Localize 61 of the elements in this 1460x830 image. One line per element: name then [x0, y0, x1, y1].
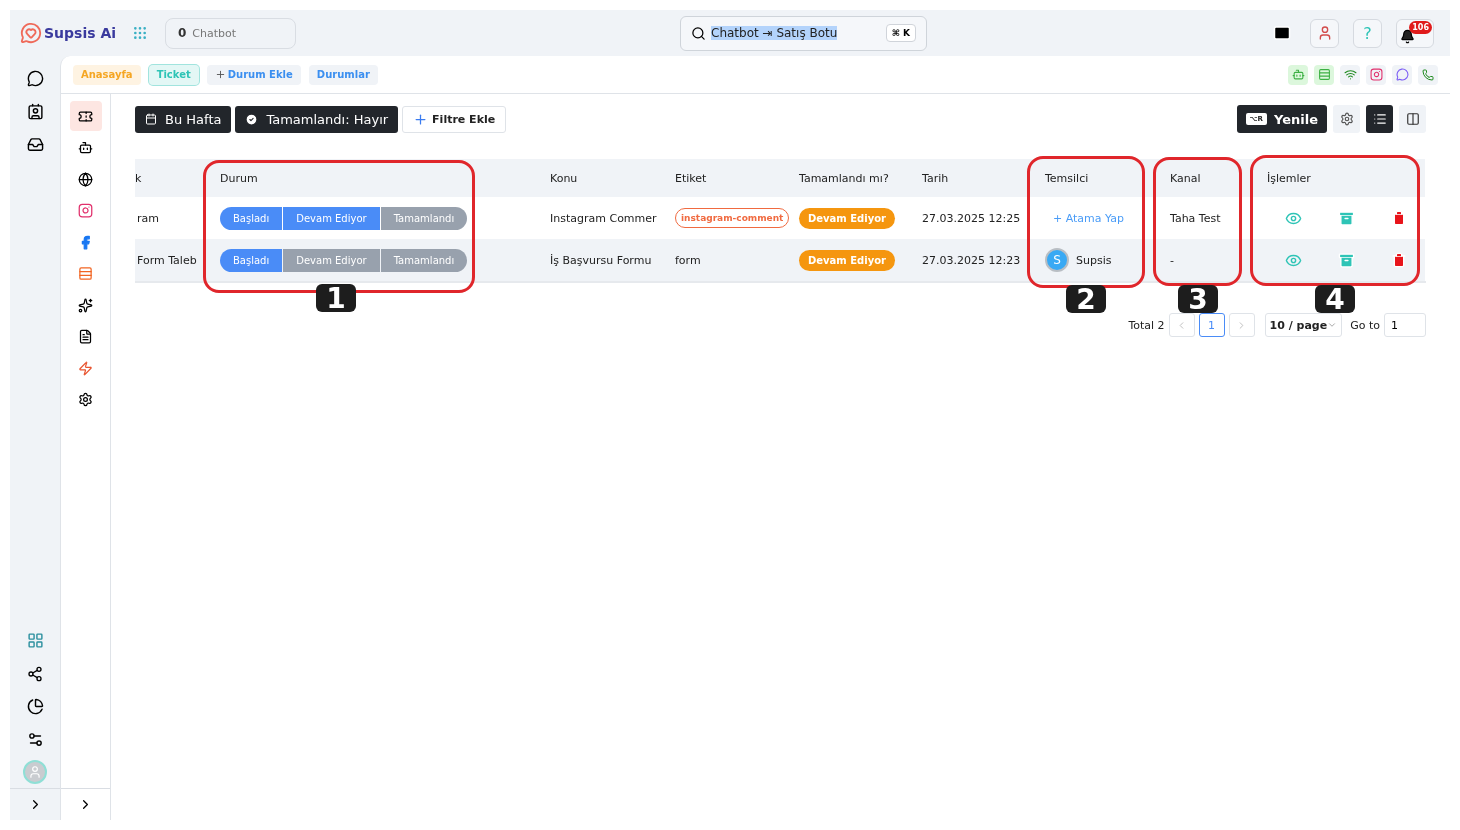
shortcut-key: ⌘ K — [885, 24, 916, 42]
table-cell: Taha Test — [1170, 211, 1221, 225]
callout-number: 1 — [316, 284, 356, 312]
search-field[interactable]: Chatbot ⇥ Satış Botu ⌘ K — [680, 15, 927, 51]
phone-icon[interactable] — [1418, 64, 1438, 85]
table-cell: ram — [137, 211, 159, 225]
bell-icon — [1400, 28, 1415, 44]
messenger-icon[interactable] — [1392, 64, 1412, 85]
plus-icon — [214, 69, 226, 80]
instagram-icon[interactable] — [1366, 64, 1386, 85]
column-header: k — [135, 159, 210, 197]
column-header: Tamamlandı mı? — [789, 159, 912, 197]
callout-number: 4 — [1315, 285, 1355, 313]
settings-icon[interactable] — [1333, 105, 1360, 133]
chatbot-counter[interactable]: 0 Chatbot — [165, 17, 296, 49]
goto-field[interactable]: 1 — [1384, 313, 1426, 337]
column-header: Temsilci — [1035, 159, 1160, 197]
check-icon — [245, 112, 259, 126]
column-header: Etiket — [665, 159, 789, 197]
ticket-icon[interactable] — [69, 101, 102, 131]
logo-icon — [20, 22, 42, 44]
table-cell: Instagram Commer — [550, 211, 657, 225]
table-cell: - — [1170, 253, 1174, 267]
delete-icon[interactable] — [1391, 251, 1407, 268]
filter-button[interactable]: Bu Hafta — [135, 105, 232, 133]
wifi-icon[interactable] — [1340, 64, 1360, 85]
brand-name: Supsis Ai — [44, 25, 117, 41]
table-cell: Form Taleb — [137, 253, 197, 267]
page-size-select[interactable]: 10 / page — [1264, 313, 1343, 337]
column-header: Durum — [210, 159, 540, 197]
status-badge: Devam Ediyor — [799, 207, 895, 229]
callout-number: 2 — [1066, 285, 1106, 313]
agent-avatar: S — [1045, 248, 1069, 272]
table-cell: form — [675, 253, 701, 267]
table-cell: İş Başvursu Formu — [550, 253, 652, 267]
goto-label: Go to — [1350, 318, 1380, 332]
columns-view-icon[interactable] — [1399, 105, 1426, 133]
people-icon[interactable] — [1310, 18, 1339, 48]
column-header: Tarih — [912, 159, 1035, 197]
tab[interactable]: Durum Ekle — [206, 64, 301, 85]
caret-icon — [1327, 320, 1338, 330]
filter-button[interactable]: Tamamlandı: Hayır — [235, 105, 399, 133]
notification-count: 106 — [1409, 20, 1432, 34]
column-header: Kanal — [1160, 159, 1257, 197]
agent-name: Supsis — [1076, 253, 1112, 267]
assign-link[interactable]: + Atama Yap — [1053, 211, 1124, 225]
total-count: Total 2 — [1128, 318, 1165, 332]
tab[interactable]: Durumlar — [308, 64, 378, 85]
plus-icon — [413, 111, 429, 127]
column-header: Konu — [540, 159, 665, 197]
calendar-icon — [145, 113, 157, 125]
notification-button[interactable]: 106 — [1396, 18, 1434, 48]
status-badge: Devam Ediyor — [799, 249, 895, 271]
search-icon — [691, 25, 706, 41]
table-cell: 27.03.2025 12:23 — [922, 253, 1021, 267]
filter-button[interactable]: Filtre Ekle — [402, 105, 507, 133]
list-view-icon[interactable] — [1366, 105, 1393, 133]
column-header: İşlemler — [1257, 159, 1425, 197]
table-cell: 27.03.2025 12:25 — [922, 211, 1021, 225]
callout-number: 3 — [1178, 285, 1218, 313]
list-icon[interactable] — [1314, 64, 1334, 85]
